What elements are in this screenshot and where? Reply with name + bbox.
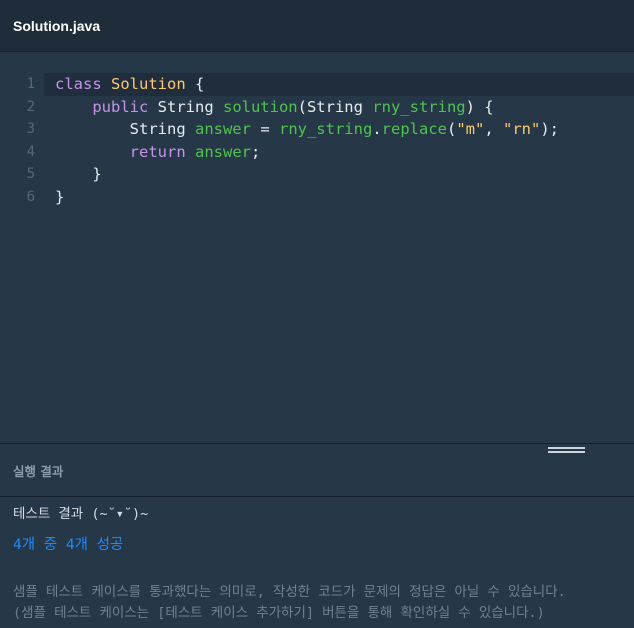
test-result-note-line-1: 샘플 테스트 케이스를 통과했다는 의미로, 작성한 코드가 문제의 정답은 아… (13, 584, 566, 600)
result-header-label: 실행 결과 (13, 464, 64, 479)
code-editor[interactable]: 1 class Solution {2 public String solutio… (0, 53, 634, 443)
code-line[interactable]: 1 class Solution { (27, 73, 634, 96)
result-panel-header: 실행 결과 (0, 444, 634, 497)
code-token: rny_string (372, 97, 466, 116)
test-result-title: 테스트 결과 (~˘▾˘)~ (13, 506, 149, 522)
line-number: 4 (26, 143, 35, 160)
code-line-text[interactable]: } (55, 163, 102, 186)
code-line-text[interactable]: } (55, 186, 64, 209)
code-token: String (148, 97, 223, 116)
code-line[interactable]: 4 return answer; (0, 141, 634, 164)
code-token: , (484, 120, 503, 139)
result-panel: 테스트 결과 (~˘▾˘)~ 4개 중 4개 성공 샘플 테스트 케이스를 통과… (0, 498, 634, 628)
code-token: } (92, 165, 102, 184)
line-number: 1 (26, 76, 35, 92)
line-number: 2 (26, 98, 35, 115)
code-token: . (372, 120, 382, 139)
code-line-text[interactable]: return answer; (55, 141, 261, 164)
code-line[interactable]: 6} (0, 186, 634, 209)
code-line-text[interactable]: String answer = rny_string.replace("m", … (55, 118, 559, 141)
code-token: (String (297, 97, 373, 116)
code-token: ; (251, 142, 261, 161)
code-token: replace (381, 120, 447, 139)
code-line-text[interactable]: public String solution(String rny_string… (55, 96, 494, 119)
code-line[interactable]: 3 String answer = rny_string.replace("m"… (0, 118, 634, 141)
line-number: 3 (26, 121, 35, 138)
line-number: 6 (26, 188, 35, 205)
code-token: public (92, 97, 149, 116)
code-token: String (129, 120, 195, 139)
code-token: { (185, 75, 205, 93)
line-number: 5 (26, 166, 35, 183)
editor-tab-bar: Solution.java (0, 0, 634, 52)
code-token: Solution (111, 75, 186, 93)
code-token: ( (446, 120, 457, 139)
code-token: return (129, 142, 186, 161)
code-token: } (55, 187, 65, 206)
file-tab-title[interactable]: Solution.java (13, 18, 100, 34)
test-result-summary: 4개 중 4개 성공 (13, 537, 124, 553)
code-token: class (55, 75, 102, 93)
code-token: answer (194, 120, 251, 139)
code-token: rny_string (278, 120, 373, 139)
code-token: ) { (465, 97, 494, 116)
test-result-note-line-2: (샘플 테스트 케이스는 [테스트 케이스 추가하기] 버튼을 통해 확인하실 … (13, 605, 545, 621)
code-token: solution (222, 97, 298, 116)
code-lines[interactable]: 1 class Solution {2 public String solutio… (0, 73, 634, 209)
code-token: "m" (456, 120, 485, 139)
code-line[interactable]: 5 } (0, 163, 634, 186)
code-token: "rn" (503, 120, 541, 139)
resize-handle-icon[interactable] (548, 447, 585, 455)
code-line-text[interactable]: class Solution { (55, 73, 204, 96)
code-token: answer (195, 142, 251, 161)
code-token: ); (540, 120, 559, 139)
code-line[interactable]: 2 public String solution(String rny_stri… (0, 96, 634, 119)
code-token: = (250, 120, 279, 139)
